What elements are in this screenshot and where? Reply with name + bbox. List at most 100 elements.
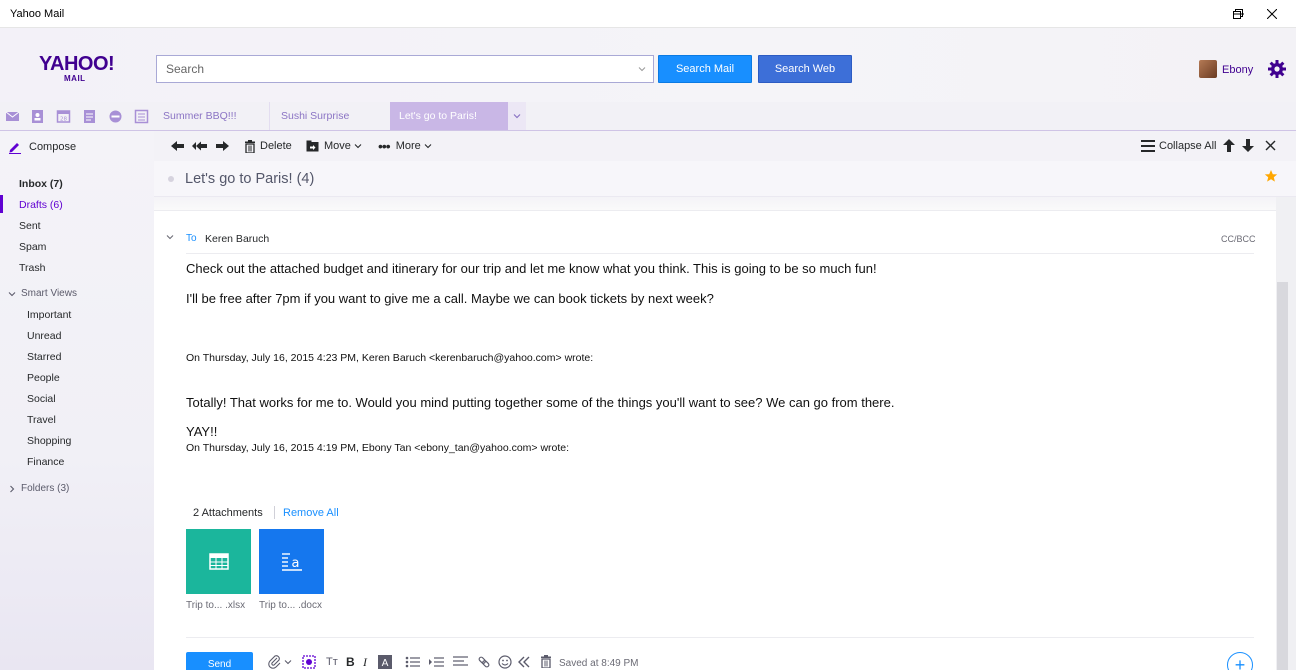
tab-summer-bbq[interactable]: Summer BBQ!!! <box>154 102 270 130</box>
search-input[interactable] <box>157 56 627 82</box>
yahoo-logo-sub: MAIL <box>64 74 86 83</box>
gear-icon[interactable] <box>1267 59 1287 79</box>
reply-all-icon[interactable] <box>191 139 209 153</box>
sidebar-item-important[interactable]: Important <box>27 309 71 321</box>
trash-icon[interactable] <box>540 655 552 668</box>
link-icon[interactable] <box>477 655 491 669</box>
chevron-down-icon <box>424 144 432 149</box>
message-body-line[interactable]: Check out the attached budget and itiner… <box>186 261 877 276</box>
subject-bar: Let's go to Paris! (4) <box>154 161 1296 197</box>
italic-button[interactable]: I <box>363 655 367 669</box>
avatar[interactable] <box>1199 60 1217 78</box>
more-button[interactable]: ••• More <box>378 138 432 154</box>
text-color-icon[interactable]: A <box>378 655 392 669</box>
tab-lets-go-to-paris[interactable]: Let's go to Paris! <box>390 102 508 130</box>
bullet-list-icon[interactable] <box>405 655 420 669</box>
delete-button[interactable]: Delete <box>244 138 292 154</box>
remove-all-attachments-link[interactable]: Remove All <box>283 507 339 519</box>
collapse-all-button[interactable]: Collapse All <box>1141 138 1216 154</box>
calendar-icon[interactable]: 28 <box>56 109 71 124</box>
attachment-count: 2 Attachments <box>193 507 263 519</box>
sidebar-item-unread[interactable]: Unread <box>27 330 61 342</box>
sidebar-item-travel[interactable]: Travel <box>27 414 56 426</box>
collapse-all-label: Collapse All <box>1159 140 1217 152</box>
quoted-header[interactable]: On Thursday, July 16, 2015 4:23 PM, Kere… <box>186 352 593 364</box>
sidebar-item-social[interactable]: Social <box>27 393 56 405</box>
sidebar-item-spam[interactable]: Spam <box>19 241 46 253</box>
recipient-name[interactable]: Keren Baruch <box>205 233 269 245</box>
collapsed-previous-message[interactable] <box>154 197 1276 211</box>
cc-bcc-button[interactable]: CC/BCC <box>1221 234 1256 244</box>
newsfeed-icon[interactable] <box>134 109 149 124</box>
user-name[interactable]: Ebony <box>1222 64 1253 76</box>
sidebar-item-people[interactable]: People <box>27 372 60 384</box>
sidebar-item-shopping[interactable]: Shopping <box>27 435 71 447</box>
add-button[interactable]: + <box>1227 652 1253 670</box>
move-button[interactable]: Move <box>306 138 362 154</box>
quoted-body-line[interactable]: YAY!! <box>186 424 217 439</box>
compose-button[interactable]: Compose <box>8 138 76 156</box>
tab-strip: 28 Summer BBQ!!! Sushi Surprise Let's go… <box>0 102 1296 131</box>
window-title: Yahoo Mail <box>10 8 65 20</box>
reply-icon[interactable] <box>170 139 186 153</box>
double-chevron-left-icon[interactable] <box>517 655 531 669</box>
text-size-button[interactable]: Tт <box>326 655 338 669</box>
svg-text:28: 28 <box>60 117 67 123</box>
arrow-down-icon[interactable] <box>1241 138 1255 153</box>
attachment-tile-docx[interactable]: a <box>259 529 324 594</box>
chevron-down-icon <box>354 144 362 149</box>
mail-icon[interactable] <box>5 109 20 124</box>
document-icon: a <box>281 552 302 571</box>
folder-move-icon <box>306 140 319 152</box>
search-mail-button[interactable]: Search Mail <box>658 55 752 83</box>
sidebar-item-trash[interactable]: Trash <box>19 262 45 274</box>
quoted-body-line[interactable]: Totally! That works for me to. Would you… <box>186 395 894 410</box>
align-icon[interactable] <box>453 655 468 669</box>
delete-label: Delete <box>260 140 292 152</box>
divider <box>186 637 1254 638</box>
collapse-icon <box>1141 140 1155 152</box>
chevron-down-icon[interactable] <box>636 63 648 75</box>
folders-toggle[interactable]: Folders (3) <box>8 483 69 494</box>
stationery-icon[interactable] <box>302 655 316 669</box>
search-web-button[interactable]: Search Web <box>758 55 852 83</box>
contacts-icon[interactable] <box>30 109 45 124</box>
attachment-tile-xlsx[interactable] <box>186 529 251 594</box>
close-icon <box>1267 9 1277 19</box>
sidebar-item-drafts[interactable]: Drafts (6) <box>19 199 63 211</box>
sidebar-item-starred[interactable]: Starred <box>27 351 61 363</box>
sidebar-item-inbox[interactable]: Inbox (7) <box>19 178 63 190</box>
sidebar-item-finance[interactable]: Finance <box>27 456 64 468</box>
to-label: To <box>186 233 197 244</box>
more-label: More <box>395 140 421 152</box>
trash-icon <box>245 139 255 153</box>
chevron-right-icon <box>10 485 15 492</box>
message-body-line[interactable]: I'll be free after 7pm if you want to gi… <box>186 291 714 306</box>
message-pane: To Keren Baruch CC/BCC Check out the att… <box>154 197 1276 670</box>
chevron-down-icon[interactable] <box>165 232 175 242</box>
arrow-up-icon[interactable] <box>1222 138 1236 153</box>
indent-icon[interactable] <box>429 655 444 669</box>
emoji-icon[interactable] <box>498 655 512 669</box>
sidebar-item-sent[interactable]: Sent <box>19 220 41 232</box>
send-button[interactable]: Send <box>186 652 253 670</box>
yahoo-logo[interactable]: YAHOO! <box>39 53 115 76</box>
tab-overflow-button[interactable] <box>508 102 526 130</box>
quoted-header[interactable]: On Thursday, July 16, 2015 4:19 PM, Ebon… <box>186 442 569 454</box>
scrollbar-thumb[interactable] <box>1277 282 1288 670</box>
star-icon[interactable] <box>1264 169 1278 183</box>
bold-button[interactable]: B <box>346 655 355 669</box>
smart-views-toggle[interactable]: Smart Views <box>8 288 77 299</box>
divider <box>274 506 275 519</box>
attach-button[interactable] <box>268 655 292 669</box>
restore-icon <box>1233 9 1243 19</box>
message-toolbar: Delete Move ••• More Collapse All <box>154 131 1296 161</box>
messenger-icon[interactable] <box>108 109 123 124</box>
forward-icon[interactable] <box>214 139 230 153</box>
close-window-button[interactable] <box>1252 0 1292 28</box>
notepad-icon[interactable] <box>82 109 97 124</box>
paperclip-icon <box>268 655 281 669</box>
tab-sushi-surprise[interactable]: Sushi Surprise <box>272 102 388 130</box>
message-subject: Let's go to Paris! (4) <box>185 171 315 187</box>
close-icon[interactable] <box>1265 140 1276 151</box>
